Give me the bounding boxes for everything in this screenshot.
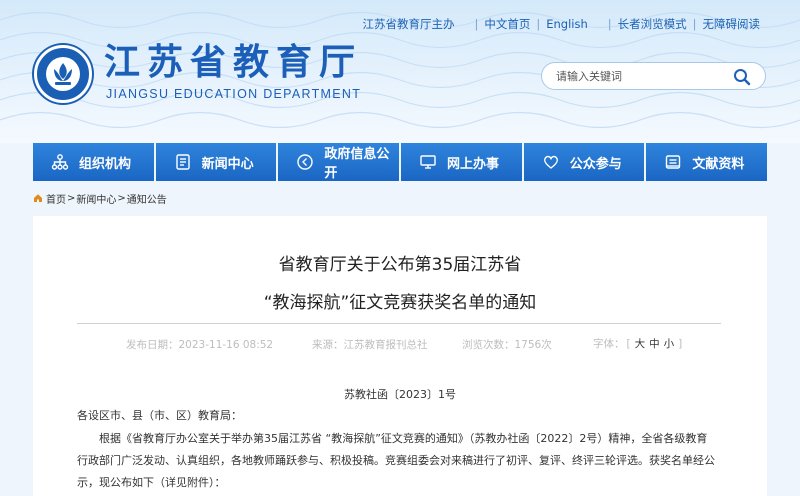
org-chart-icon xyxy=(51,154,69,170)
view-count: 浏览次数：1756次 xyxy=(462,339,552,351)
main-nav: 组织机构 新闻中心 政府信息公开 网上办事 公众参与 文献资料 xyxy=(33,143,768,181)
paragraph-line: 示，现公布如下（详见附件）： xyxy=(77,476,226,489)
document-icon xyxy=(666,155,681,169)
nav-documents-label: 文献资料 xyxy=(692,156,745,172)
article-title-line2: “教海探航”征文竞赛获奖名单的通知 xyxy=(263,293,537,313)
salutation: 各设区市、县（市、区）教育局： xyxy=(77,409,242,422)
nav-public-participation-label: 公众参与 xyxy=(569,156,622,172)
nav-org[interactable]: 组织机构 xyxy=(33,143,154,181)
logo-emblem xyxy=(46,57,80,91)
top-links: 江苏省教育厅主办 | 中文首页 | English | 长者浏览模式 | 无障碍… xyxy=(362,17,760,31)
search-input[interactable] xyxy=(556,68,726,85)
news-doc-icon xyxy=(175,154,190,170)
breadcrumb-separator: > xyxy=(67,192,76,204)
breadcrumb-separator: > xyxy=(117,192,126,204)
info-public-icon xyxy=(297,154,314,170)
paragraph-line: 行政部门广泛发动、认真组织，各地教师踊跃参与、积极投稿。竞赛组委会对来稿进行了初… xyxy=(77,454,715,467)
sponsor-link[interactable]: 江苏省教育厅主办 xyxy=(362,16,454,32)
nav-info-public[interactable]: 政府信息公开 xyxy=(278,143,400,181)
emblem-icon xyxy=(54,63,72,85)
nav-news[interactable]: 新闻中心 xyxy=(155,143,277,181)
nav-org-label: 组织机构 xyxy=(79,156,132,172)
nav-news-label: 新闻中心 xyxy=(201,156,254,172)
nav-online-service-label: 网上办事 xyxy=(447,156,500,172)
title-divider xyxy=(77,323,721,324)
nav-public-participation[interactable]: 公众参与 xyxy=(523,143,645,181)
nav-online-service[interactable]: 网上办事 xyxy=(401,143,522,181)
search-icon[interactable] xyxy=(733,68,751,86)
breadcrumb-home[interactable]: 首页 xyxy=(46,191,66,206)
font-size-large[interactable]: 大 xyxy=(635,336,646,351)
font-size-label: 字体： xyxy=(593,338,625,350)
site-header: 江苏省教育厅主办 | 中文首页 | English | 长者浏览模式 | 无障碍… xyxy=(0,0,800,143)
search-box xyxy=(541,62,766,90)
article-title-line1: 省教育厅关于公布第35届江苏省 xyxy=(278,255,522,275)
font-size-small[interactable]: 小 xyxy=(664,336,675,351)
article-source: 来源：江苏教育报刊总社 xyxy=(312,339,428,351)
article-panel: 省教育厅关于公布第35届江苏省 “教海探航”征文竞赛获奖名单的通知 发布日期：2… xyxy=(33,216,767,496)
nav-documents[interactable]: 文献资料 xyxy=(646,143,768,181)
elder-mode-link[interactable]: 长者浏览模式 xyxy=(618,16,687,32)
breadcrumb-news[interactable]: 新闻中心 xyxy=(76,191,116,206)
font-size-medium[interactable]: 中 xyxy=(649,336,660,351)
accessible-reading-link[interactable]: 无障碍阅读 xyxy=(703,16,761,32)
publish-date: 发布日期：2023-11-16 08:52 xyxy=(126,339,274,351)
monitor-icon xyxy=(420,155,436,169)
site-logo[interactable] xyxy=(34,45,92,103)
site-subtitle: JIANGSU EDUCATION DEPARTMENT xyxy=(106,87,362,101)
home-cn-link[interactable]: 中文首页 xyxy=(484,16,530,32)
english-link[interactable]: English xyxy=(546,17,588,31)
home-icon xyxy=(34,194,42,202)
breadcrumb: 首页 > 新闻中心 > 通知公告 xyxy=(33,191,167,206)
paragraph-line: 根据《省教育厅办公室关于举办第35届江苏省 “教海探航”征文竞赛的通知》（苏教办… xyxy=(99,432,708,445)
heart-icon xyxy=(543,155,558,169)
site-title: 江苏省教育厅 xyxy=(104,42,363,83)
document-number: 苏教社函〔2023〕1号 xyxy=(344,388,456,401)
nav-info-public-label: 政府信息公开 xyxy=(324,147,390,181)
font-size-control: 字体： [ 大 中 小 ] xyxy=(593,336,683,351)
breadcrumb-notice[interactable]: 通知公告 xyxy=(127,191,167,206)
